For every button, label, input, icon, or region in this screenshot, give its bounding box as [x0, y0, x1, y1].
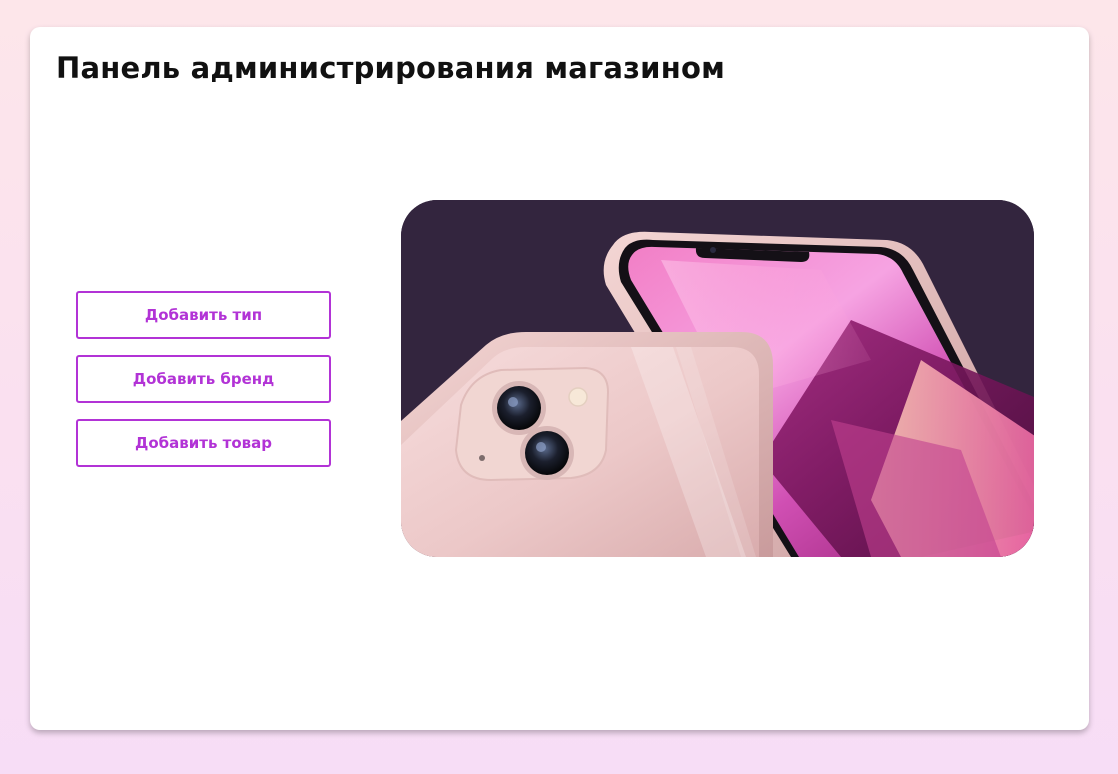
hero-product-image: [401, 200, 1034, 557]
smartphone-illustration: [401, 200, 1034, 557]
admin-panel: Панель администрирования магазином Добав…: [30, 27, 1089, 730]
add-brand-button[interactable]: Добавить бренд: [76, 355, 331, 403]
add-type-button[interactable]: Добавить тип: [76, 291, 331, 339]
add-product-button[interactable]: Добавить товар: [76, 419, 331, 467]
page-title: Панель администрирования магазином: [56, 51, 725, 85]
